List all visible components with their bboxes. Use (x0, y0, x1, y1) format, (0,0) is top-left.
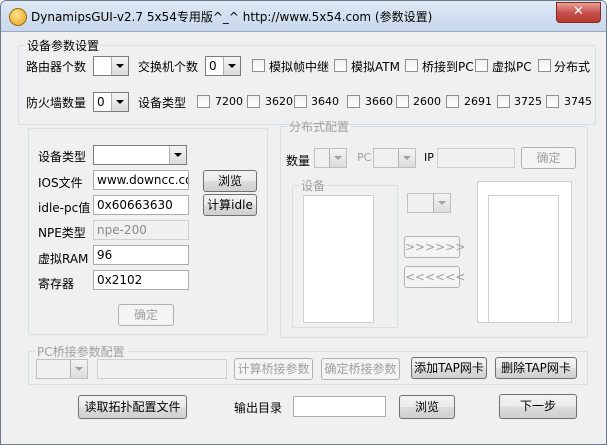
model-2691-label: 2691 (464, 95, 492, 108)
checkbox-model-3660[interactable] (347, 95, 360, 108)
close-button[interactable]: ✕ (556, 2, 601, 23)
bridge-legend: PC桥接参数配置 (37, 345, 125, 359)
switch-count-label: 交换机个数 (138, 60, 199, 74)
output-dir-label: 输出目录 (234, 401, 283, 415)
option-bridge-pc-label: 桥接到PC (422, 60, 474, 74)
checkbox-frame-relay[interactable] (252, 59, 265, 72)
read-topology-button[interactable]: 读取拓扑配置文件 (78, 395, 187, 419)
switch-count-value: 0 (209, 59, 217, 73)
checkbox-bridge-pc[interactable] (405, 59, 418, 72)
npe-type-input[interactable]: npe-200 (93, 220, 189, 240)
chevron-down-icon (223, 57, 240, 75)
ios-file-input[interactable]: www.downcc.com (93, 170, 189, 190)
router-count-label: 路由器个数 (26, 60, 87, 74)
option-distributed-label: 分布式 (554, 60, 591, 74)
option-frame-relay-label: 模拟帧中继 (269, 60, 330, 74)
checkbox-model-2600[interactable] (396, 95, 409, 108)
move-left-button[interactable]: <<<<<< (404, 266, 465, 288)
add-tap-button[interactable]: 添加TAP网卡 (411, 357, 487, 379)
model-3620-label: 3620 (265, 95, 293, 108)
device-type-row-label: 设备类型 (138, 96, 187, 110)
bridge-param-input[interactable] (97, 359, 227, 379)
device-type-label: 设备类型 (38, 150, 87, 164)
model-3660-label: 3660 (365, 95, 393, 108)
output-dir-input[interactable] (293, 396, 386, 417)
remove-tap-button[interactable]: 删除TAP网卡 (495, 357, 577, 379)
chevron-down-icon (169, 146, 186, 164)
device-ok-button[interactable]: 确定 (118, 304, 174, 326)
virtual-ram-input[interactable]: 96 (93, 245, 189, 265)
distributed-count-select[interactable] (314, 148, 347, 168)
checkbox-model-3725[interactable] (497, 95, 510, 108)
option-virtual-pc-label: 虚拟PC (492, 60, 532, 74)
checkbox-atm[interactable] (334, 59, 347, 72)
chevron-down-icon (433, 194, 450, 212)
output-browse-button[interactable]: 浏览 (399, 395, 455, 419)
checkbox-virtual-pc[interactable] (475, 59, 488, 72)
model-2600-label: 2600 (413, 95, 441, 108)
main-window: DynamipsGUI-v2.7 5x54专用版^_^ http://www.5… (0, 0, 607, 445)
firewall-count-label: 防火墙数量 (26, 96, 87, 110)
register-input[interactable]: 0x2102 (93, 270, 189, 290)
bridge-adapter-select[interactable] (36, 359, 88, 379)
model-3640-label: 3640 (311, 95, 339, 108)
virtual-ram-label: 虚拟RAM (38, 252, 89, 266)
idle-pc-label: idle-pc值 (38, 201, 91, 215)
chevron-down-icon (398, 149, 415, 167)
chevron-down-icon (111, 57, 128, 75)
chevron-down-icon (111, 93, 128, 111)
distributed-pc-label: PC (357, 151, 372, 164)
chevron-down-icon (329, 149, 346, 167)
chevron-down-icon (70, 360, 87, 378)
distributed-ok-button[interactable]: 确定 (521, 147, 576, 169)
npe-type-label: NPE类型 (38, 226, 86, 240)
checkbox-model-3620[interactable] (247, 95, 260, 108)
model-7200-label: 7200 (215, 95, 243, 108)
distributed-pc-select[interactable] (373, 148, 416, 168)
router-count-select[interactable] (93, 56, 129, 76)
distributed-count-label: 数量 (286, 154, 311, 168)
checkbox-model-7200[interactable] (197, 95, 210, 108)
distributed-device-legend: 设备 (301, 179, 326, 193)
ios-browse-button[interactable]: 浏览 (203, 170, 257, 192)
calc-idle-button[interactable]: 计算idle (203, 194, 257, 216)
firewall-count-select[interactable]: 0 (93, 92, 129, 112)
model-3725-label: 3725 (514, 95, 542, 108)
option-atm-label: 模拟ATM (351, 60, 400, 74)
distributed-legend: 分布式配置 (289, 120, 350, 134)
next-step-button[interactable]: 下一步 (499, 394, 577, 419)
distributed-assigned-list[interactable] (488, 195, 559, 323)
firewall-count-value: 0 (97, 95, 105, 109)
distributed-target-select[interactable] (407, 193, 451, 213)
idle-pc-input[interactable]: 0x60663630 (93, 195, 189, 215)
window-title: DynamipsGUI-v2.7 5x54专用版^_^ http://www.5… (31, 10, 433, 24)
checkbox-model-3745[interactable] (546, 95, 559, 108)
title-bar[interactable]: DynamipsGUI-v2.7 5x54专用版^_^ http://www.5… (1, 1, 606, 32)
distributed-ip-input[interactable] (437, 148, 515, 168)
register-label: 寄存器 (38, 277, 75, 291)
device-params-legend: 设备参数设置 (27, 39, 100, 53)
switch-count-select[interactable]: 0 (205, 56, 241, 76)
distributed-device-list[interactable] (303, 195, 374, 323)
ios-file-label: IOS文件 (38, 176, 83, 190)
calc-bridge-button[interactable]: 计算桥接参数 (234, 358, 313, 380)
move-right-button[interactable]: >>>>>> (404, 236, 465, 258)
checkbox-model-3640[interactable] (294, 95, 307, 108)
checkbox-distributed[interactable] (538, 59, 551, 72)
device-type-select[interactable] (93, 145, 187, 165)
confirm-bridge-button[interactable]: 确定桥接参数 (321, 358, 400, 380)
distributed-ip-label: IP (424, 151, 434, 164)
checkbox-model-2691[interactable] (446, 95, 459, 108)
app-icon (9, 8, 27, 26)
model-3745-label: 3745 (564, 95, 592, 108)
